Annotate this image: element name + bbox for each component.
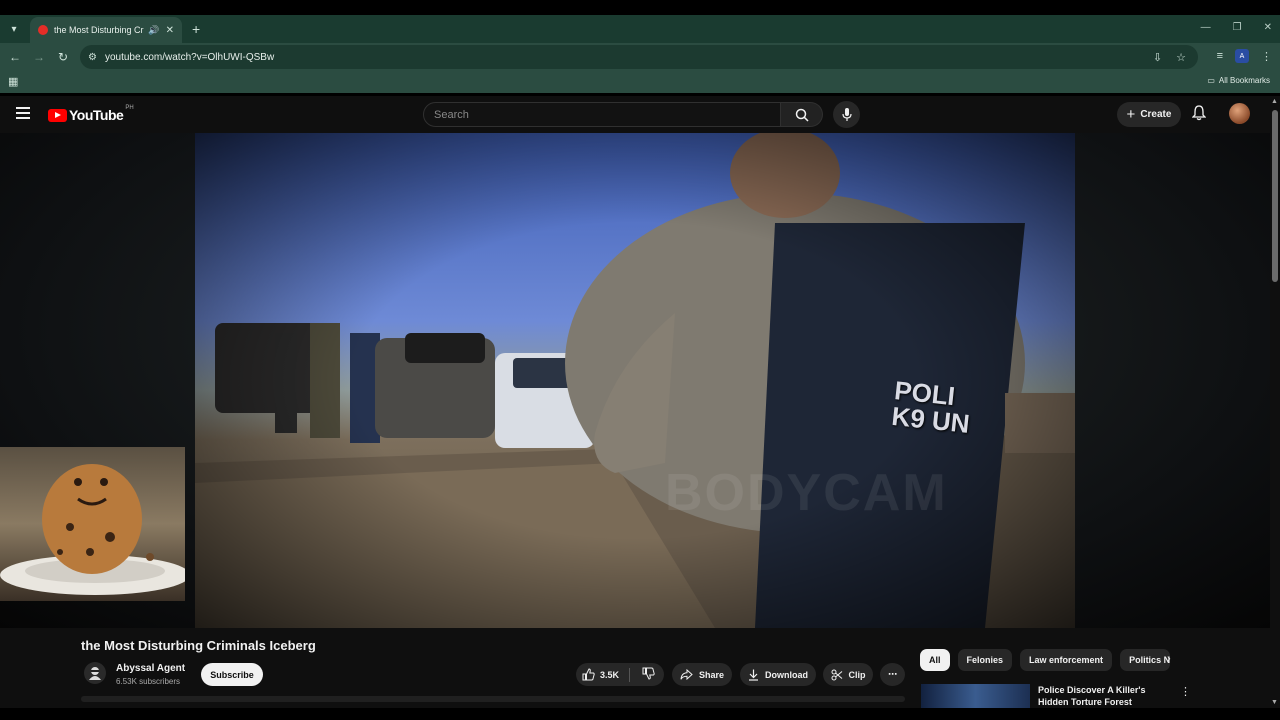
address-bar[interactable]: ⚙ youtube.com/watch?v=OlhUWI-QSBw ⇩ ☆ <box>80 45 1198 69</box>
dislike-button[interactable] <box>642 667 655 682</box>
screen-top-edge <box>0 0 1280 15</box>
police-vest-text: POLI K9 UN <box>890 375 972 439</box>
share-button[interactable]: Share <box>672 663 732 686</box>
recommended-video-title[interactable]: Police Discover A Killer's Hidden Tortur… <box>1038 684 1168 708</box>
tab-title: the Most Disturbing Criminals Iceberg <box>54 25 144 35</box>
like-divider <box>629 667 631 682</box>
back-icon[interactable]: ← <box>3 50 27 64</box>
page-scrollbar[interactable]: ▲ ▼ <box>1270 96 1280 708</box>
voice-search-button[interactable] <box>833 101 860 128</box>
plus-icon: + <box>1126 106 1136 123</box>
download-label: Download <box>765 669 808 680</box>
more-horizontal-icon: ⋯ <box>888 669 897 679</box>
browser-toolbar: ← → ↻ ⚙ youtube.com/watch?v=OlhUWI-QSBw … <box>0 43 1280 71</box>
recommended-video-thumbnail[interactable] <box>921 684 1030 708</box>
subscribe-button[interactable]: Subscribe <box>201 663 263 686</box>
url-text[interactable]: youtube.com/watch?v=OlhUWI-QSBw <box>105 52 274 63</box>
more-actions-button[interactable]: ⋯ <box>880 663 905 686</box>
like-count: 3.5K <box>600 669 620 680</box>
forward-icon[interactable]: → <box>27 50 51 64</box>
search-icon <box>795 108 809 122</box>
window-controls: — ❐ ✕ <box>1201 22 1272 33</box>
like-dislike-group: 3.5K <box>576 663 664 686</box>
install-app-icon[interactable]: ⇩ <box>1153 51 1162 64</box>
youtube-logo[interactable]: YouTube PH <box>48 105 134 123</box>
screen-bottom-edge <box>0 708 1280 720</box>
clip-button[interactable]: Clip <box>823 663 873 686</box>
thumbs-down-icon <box>642 667 655 680</box>
tab-search-button[interactable]: ▾ <box>2 17 26 41</box>
extension-icon[interactable]: A <box>1235 49 1249 63</box>
subscriber-count: 6.53K subscribers <box>116 677 181 686</box>
site-info-icon[interactable]: ⚙ <box>88 52 97 63</box>
chip-law-enforcement[interactable]: Law enforcement <box>1020 649 1113 671</box>
microphone-icon <box>841 107 852 121</box>
country-code: PH <box>125 105 134 111</box>
chip-politics-news[interactable]: Politics Ne <box>1120 649 1171 671</box>
restore-icon[interactable]: ❐ <box>1233 22 1242 33</box>
create-label: Create <box>1140 109 1172 120</box>
browser-tab-active[interactable]: the Most Disturbing Criminals Iceberg 🔊 … <box>30 17 182 43</box>
account-avatar[interactable] <box>1229 103 1250 124</box>
chevron-right-icon[interactable]: › <box>1167 653 1171 665</box>
related-filter-chips: All Felonies Law enforcement Politics Ne <box>920 649 1171 671</box>
share-label: Share <box>698 669 724 680</box>
share-arrow-icon <box>680 669 693 680</box>
minimize-icon[interactable]: — <box>1201 22 1211 33</box>
bookmark-star-icon[interactable]: ☆ <box>1176 51 1186 64</box>
all-bookmarks-button[interactable]: ▭ All Bookmarks <box>1207 76 1270 85</box>
clip-label: Clip <box>848 669 866 680</box>
new-tab-button[interactable]: + <box>192 21 200 37</box>
tab-close-icon[interactable]: ✕ <box>166 25 174 36</box>
scissors-icon <box>831 669 842 680</box>
chip-felonies[interactable]: Felonies <box>957 649 1013 671</box>
video-title: the Most Disturbing Criminals Iceberg <box>81 638 316 653</box>
browser-menu-icon[interactable]: ⋮ <box>1261 50 1272 63</box>
media-controls-icon[interactable]: ≡ <box>1217 50 1223 62</box>
all-bookmarks-label: All Bookmarks <box>1218 76 1270 85</box>
scroll-thumb[interactable] <box>1272 110 1278 282</box>
scroll-down-arrow-icon[interactable]: ▼ <box>1271 699 1278 706</box>
cookie-mascot-image <box>0 464 185 595</box>
thumbs-up-icon <box>582 668 595 681</box>
youtube-play-icon <box>48 108 67 122</box>
notifications-bell-icon[interactable] <box>1191 105 1207 126</box>
bookmarks-bar: ▦ ▭ All Bookmarks <box>0 71 1280 93</box>
create-button[interactable]: + Create <box>1117 102 1181 127</box>
search-button[interactable] <box>781 102 823 127</box>
download-icon <box>749 669 758 681</box>
guide-menu-icon[interactable] <box>16 107 30 119</box>
watch-metadata: the Most Disturbing Criminals Iceberg Ab… <box>0 628 1270 708</box>
video-player[interactable]: BODYCAM POLI K9 UN <box>195 133 1075 628</box>
tab-strip: ▾ the Most Disturbing Criminals Iceberg … <box>0 15 1280 43</box>
channel-avatar[interactable] <box>84 662 106 684</box>
youtube-wordmark: YouTube <box>69 107 124 123</box>
youtube-masthead: YouTube PH + Create <box>0 96 1270 133</box>
description-box-edge <box>81 696 905 702</box>
like-button[interactable]: 3.5K <box>582 668 619 681</box>
search-box[interactable] <box>423 102 781 127</box>
apps-grid-icon[interactable]: ▦ <box>8 75 18 88</box>
video-watermark: BODYCAM <box>665 464 948 522</box>
recommended-menu-icon[interactable]: ⋮ <box>1180 685 1191 698</box>
window-close-icon[interactable]: ✕ <box>1264 22 1272 33</box>
youtube-favicon-icon <box>38 25 48 35</box>
scroll-up-arrow-icon[interactable]: ▲ <box>1271 98 1278 105</box>
tab-audio-icon[interactable]: 🔊 <box>148 25 159 36</box>
chip-all[interactable]: All <box>920 649 950 671</box>
cookie-mascot-overlay <box>0 447 185 601</box>
folder-icon: ▭ <box>1207 76 1215 85</box>
channel-name[interactable]: Abyssal Agent <box>116 663 185 674</box>
channel-logo-icon <box>89 667 101 680</box>
download-button[interactable]: Download <box>740 663 816 686</box>
search-input[interactable] <box>434 108 764 121</box>
reload-icon[interactable]: ↻ <box>51 50 75 64</box>
